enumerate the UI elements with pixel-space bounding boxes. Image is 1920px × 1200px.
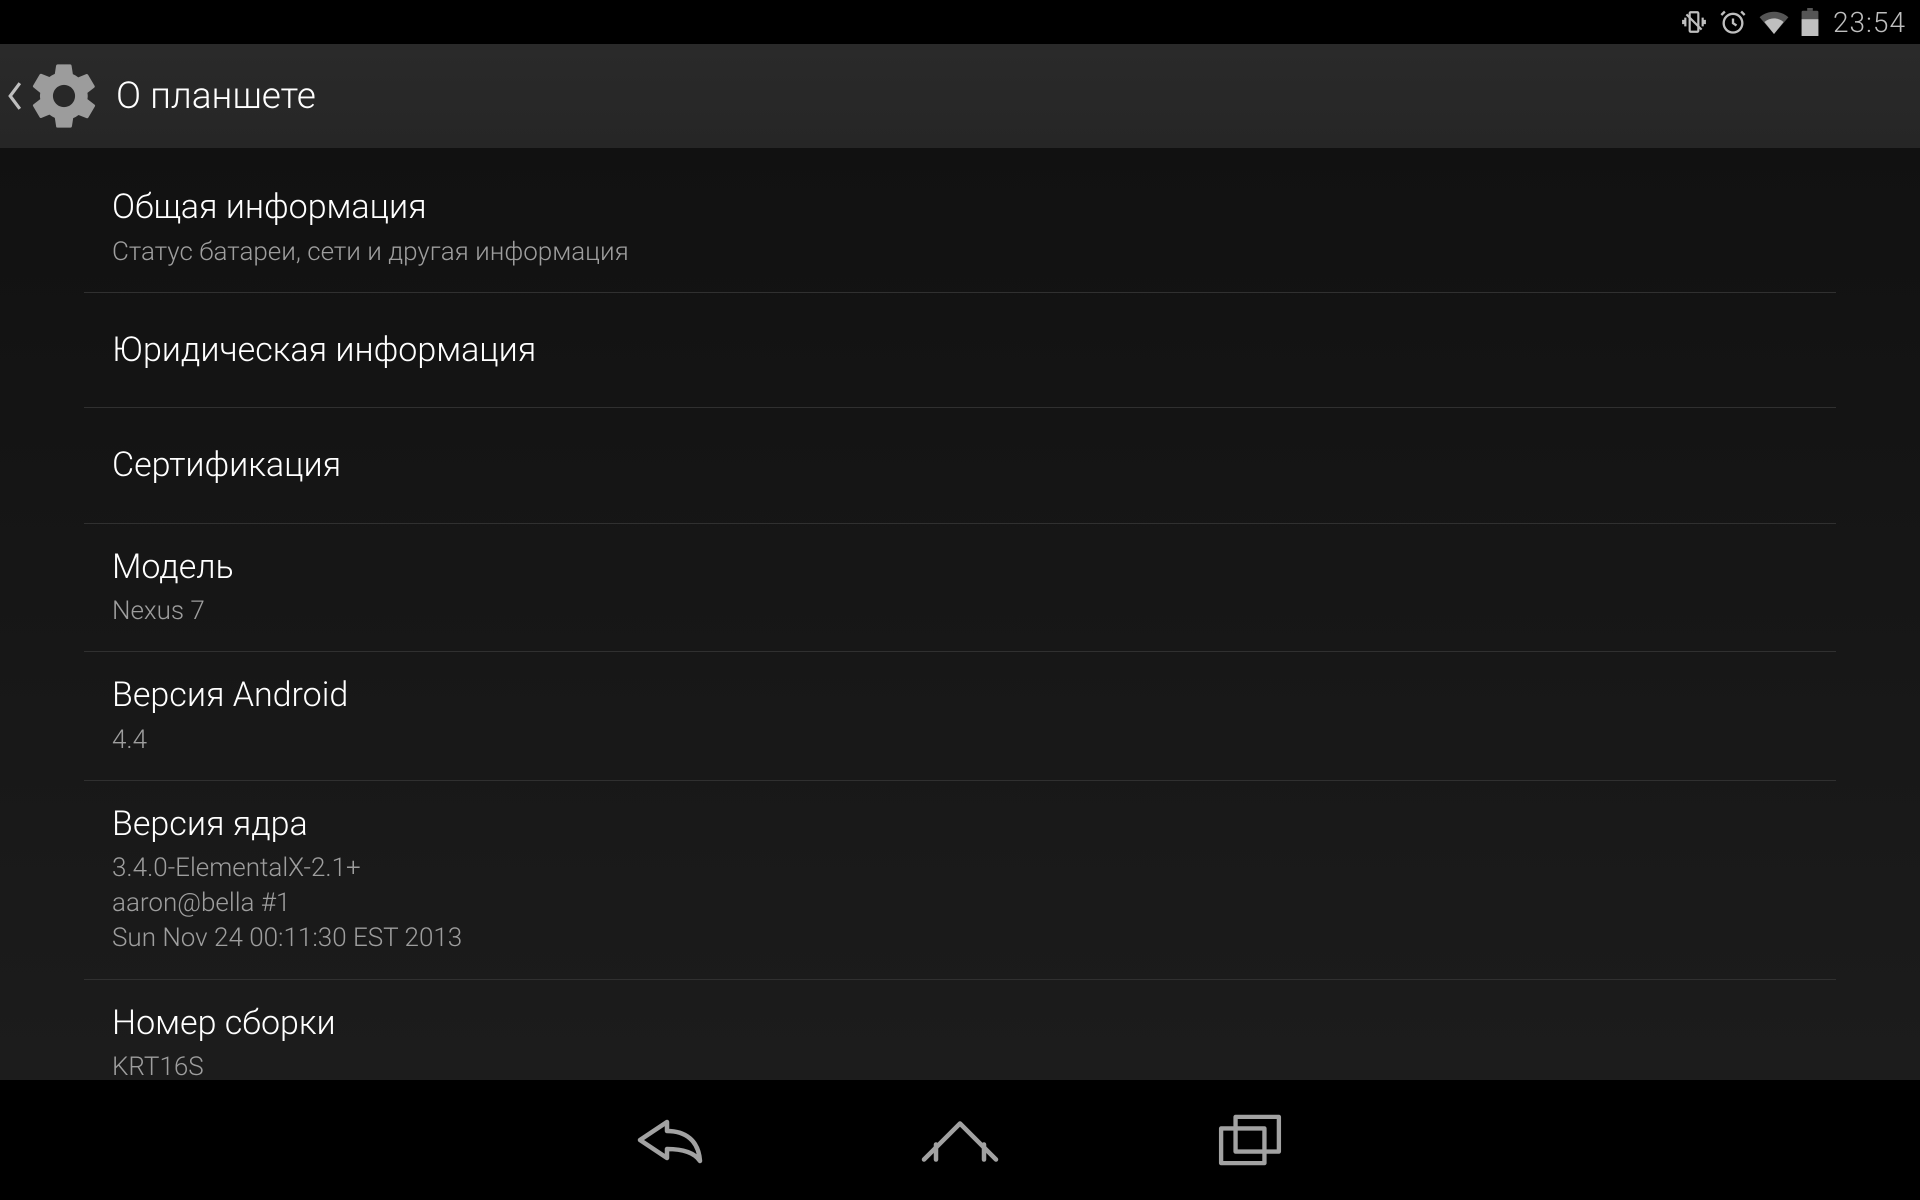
action-bar[interactable]: О планшете — [0, 44, 1920, 148]
row-title: Общая информация — [112, 186, 1808, 229]
wifi-icon — [1759, 10, 1789, 34]
nav-recent-button[interactable] — [1105, 1080, 1395, 1200]
alarm-icon — [1719, 8, 1747, 36]
nav-home-button[interactable] — [815, 1080, 1105, 1200]
screen: 23:54 О планшете Общая информация Статус… — [0, 0, 1920, 1200]
gear-icon — [24, 56, 104, 136]
row-title: Версия Android — [112, 674, 1808, 717]
battery-icon — [1801, 8, 1819, 36]
content-area: Общая информация Статус батареи, сети и … — [0, 148, 1920, 1080]
row-subtitle: Nexus 7 — [112, 594, 1808, 629]
row-kernel-version[interactable]: Версия ядра 3.4.0-ElementalX-2.1+ aaron@… — [84, 781, 1836, 980]
row-model[interactable]: Модель Nexus 7 — [84, 524, 1836, 653]
row-title: Номер сборки — [112, 1002, 1808, 1045]
row-title: Модель — [112, 546, 1808, 589]
row-certification[interactable]: Сертификация — [84, 408, 1836, 524]
settings-list: Общая информация Статус батареи, сети и … — [84, 148, 1836, 1107]
row-general-info[interactable]: Общая информация Статус батареи, сети и … — [84, 164, 1836, 293]
row-legal-info[interactable]: Юридическая информация — [84, 293, 1836, 409]
nav-back-button[interactable] — [525, 1080, 815, 1200]
row-title: Юридическая информация — [112, 329, 1808, 372]
row-title: Сертификация — [112, 444, 1808, 487]
navigation-bar — [0, 1080, 1920, 1200]
row-subtitle: Статус батареи, сети и другая информация — [112, 235, 1808, 270]
vibrate-icon — [1681, 9, 1707, 35]
status-bar-clock: 23:54 — [1833, 6, 1906, 39]
back-caret-icon[interactable] — [4, 66, 26, 126]
row-subtitle: 3.4.0-ElementalX-2.1+ aaron@bella #1 Sun… — [112, 851, 1808, 956]
status-bar: 23:54 — [0, 0, 1920, 44]
row-android-version[interactable]: Версия Android 4.4 — [84, 652, 1836, 781]
row-title: Версия ядра — [112, 803, 1808, 846]
row-subtitle: 4.4 — [112, 723, 1808, 758]
page-title: О планшете — [116, 75, 316, 118]
